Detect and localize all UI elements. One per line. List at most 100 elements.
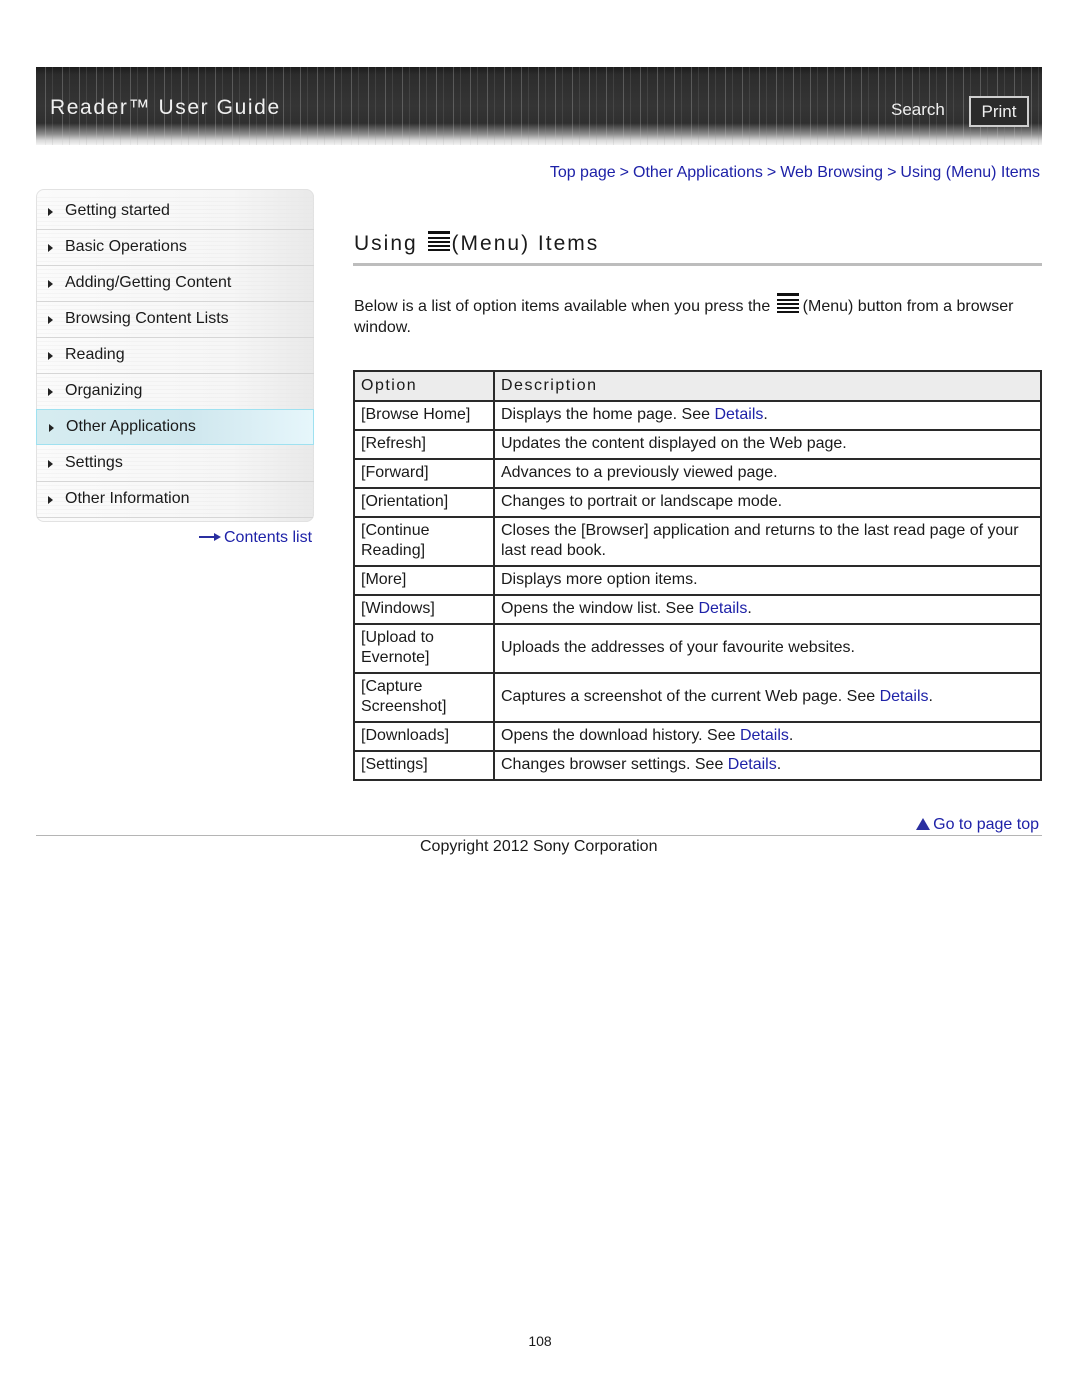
contents-list-link[interactable]: Contents list	[199, 529, 312, 547]
option-cell: [Continue Reading]	[353, 516, 495, 567]
triangle-right-icon	[48, 388, 53, 396]
intro-text-before: Below is a list of option items availabl…	[354, 298, 771, 315]
description-cell: Advances to a previously viewed page.	[493, 458, 1042, 489]
description-text: Updates the content displayed on the Web…	[501, 435, 847, 452]
intro-paragraph: Below is a list of option items availabl…	[354, 293, 1034, 338]
triangle-right-icon	[48, 352, 53, 360]
description-text: Closes the [Browser] application and ret…	[501, 522, 1019, 559]
triangle-right-icon	[48, 496, 53, 504]
description-suffix: .	[763, 406, 768, 423]
description-cell: Closes the [Browser] application and ret…	[493, 516, 1042, 567]
details-link[interactable]: Details	[714, 406, 763, 423]
copyright-text: Copyright 2012 Sony Corporation	[420, 838, 658, 855]
guide-title: Reader™ User Guide	[50, 96, 281, 119]
sidebar-item-label: Other Information	[65, 490, 190, 507]
option-cell: [Upload to Evernote]	[353, 623, 495, 674]
go-to-page-top-label: Go to page top	[933, 816, 1039, 833]
sidebar-item-basic-operations[interactable]: Basic Operations	[36, 230, 314, 266]
details-link[interactable]: Details	[740, 727, 789, 744]
arrow-right-icon	[199, 532, 221, 542]
description-cell: Opens the window list. See Details.	[493, 594, 1042, 625]
option-cell: [Capture Screenshot]	[353, 672, 495, 723]
contents-list-label: Contents list	[224, 529, 313, 546]
table-row: [Windows] Opens the window list. See Deta…	[353, 594, 1042, 625]
description-suffix: .	[747, 600, 752, 617]
header-banner: Reader™ User Guide Search Print	[36, 67, 1042, 145]
sidebar-item-settings[interactable]: Settings	[36, 446, 314, 482]
breadcrumb-top-page[interactable]: Top page	[550, 164, 616, 181]
breadcrumb-current-page[interactable]: Using (Menu) Items	[900, 164, 1040, 181]
option-cell: [Browse Home]	[353, 400, 495, 431]
description-cell: Updates the content displayed on the Web…	[493, 429, 1042, 460]
sidebar-item-other-information[interactable]: Other Information	[36, 482, 314, 518]
description-suffix: .	[788, 727, 794, 744]
breadcrumb-other-applications[interactable]: Other Applications	[633, 164, 763, 181]
sidebar-item-reading[interactable]: Reading	[36, 338, 314, 374]
option-cell: [Downloads]	[353, 721, 495, 752]
sidebar-item-label: Browsing Content Lists	[65, 310, 229, 327]
details-link[interactable]: Details	[728, 756, 777, 773]
table-row: [Capture Screenshot] Captures a screensho…	[353, 672, 1042, 723]
table-row: [Downloads] Opens the download history. S…	[353, 721, 1042, 752]
description-text: Advances to a previously viewed page.	[501, 464, 778, 481]
table-row: [Settings] Changes browser settings. See …	[353, 750, 1042, 781]
description-cell: Captures a screenshot of the current Web…	[493, 672, 1042, 723]
description-cell: Opens the download history. See Details.	[493, 721, 1042, 752]
sidebar-item-label: Reading	[65, 346, 125, 363]
option-cell: [Orientation]	[353, 487, 495, 518]
sidebar-item-other-applications[interactable]: Other Applications	[36, 409, 314, 445]
option-cell: [More]	[353, 565, 495, 596]
sidebar-nav: Getting started Basic Operations Adding/Ge…	[36, 189, 314, 522]
description-text: Opens the window list. See	[501, 600, 699, 617]
table-row: [Orientation] Changes to portrait or land…	[353, 487, 1042, 518]
triangle-right-icon	[48, 208, 53, 216]
description-text: Uploads the addresses of your favourite …	[501, 639, 855, 656]
table-row: [Upload to Evernote] Uploads the addresse…	[353, 623, 1042, 674]
description-cell: Changes to portrait or landscape mode.	[493, 487, 1042, 518]
option-cell: [Forward]	[353, 458, 495, 489]
triangle-right-icon	[48, 280, 53, 288]
sidebar-item-getting-started[interactable]: Getting started	[36, 194, 314, 230]
triangle-right-icon	[49, 424, 54, 432]
sidebar-item-browsing-content-lists[interactable]: Browsing Content Lists	[36, 302, 314, 338]
breadcrumb-separator: >	[766, 164, 777, 181]
triangle-right-icon	[48, 244, 53, 252]
sidebar-item-adding-getting-content[interactable]: Adding/Getting Content	[36, 266, 314, 302]
menu-icon	[427, 231, 450, 251]
option-cell: [Refresh]	[353, 429, 495, 460]
details-link[interactable]: Details	[698, 600, 747, 617]
sidebar-item-label: Other Applications	[66, 418, 196, 435]
triangle-right-icon	[48, 460, 53, 468]
print-button[interactable]: Print	[969, 96, 1029, 127]
sidebar-item-label: Adding/Getting Content	[65, 274, 232, 291]
description-suffix: .	[776, 756, 782, 773]
option-cell: [Settings]	[353, 750, 495, 781]
breadcrumb: Top page > Other Applications > Web Browsing…	[550, 164, 1040, 182]
sidebar-item-organizing[interactable]: Organizing	[36, 374, 314, 410]
column-header-description: Description	[493, 370, 1042, 402]
table-row: [Continue Reading] Closes the [Browser] a…	[353, 516, 1042, 567]
description-cell: Displays the home page. See Details.	[493, 400, 1042, 431]
option-cell: [Windows]	[353, 594, 495, 625]
details-link[interactable]: Details	[880, 688, 929, 705]
description-suffix: .	[928, 688, 933, 705]
menu-icon	[776, 293, 801, 313]
description-cell: Changes browser settings. See Details.	[493, 750, 1042, 781]
description-text: Changes to portrait or landscape mode.	[501, 493, 783, 510]
sidebar-item-label: Getting started	[65, 202, 170, 219]
page-title: Using (Menu) Items	[354, 231, 599, 256]
description-cell: Uploads the addresses of your favourite …	[493, 623, 1042, 674]
breadcrumb-separator: >	[619, 164, 629, 181]
table-row: [More] Displays more option items.	[353, 565, 1042, 596]
options-table: Option Description [Browse Home] Displays…	[353, 370, 1042, 781]
sidebar-item-label: Organizing	[65, 382, 143, 399]
go-to-page-top-link[interactable]: Go to page top	[916, 816, 1039, 834]
title-text-before: Using	[354, 232, 418, 255]
description-text: Changes browser settings. See	[501, 756, 728, 773]
table-row: [Refresh] Updates the content displayed o…	[353, 429, 1042, 460]
description-text: Opens the download history. See	[501, 727, 740, 744]
table-header-row: Option Description	[353, 370, 1042, 402]
search-link[interactable]: Search	[891, 100, 945, 120]
breadcrumb-web-browsing[interactable]: Web Browsing	[780, 164, 883, 181]
description-text: Displays more option items.	[501, 571, 698, 588]
